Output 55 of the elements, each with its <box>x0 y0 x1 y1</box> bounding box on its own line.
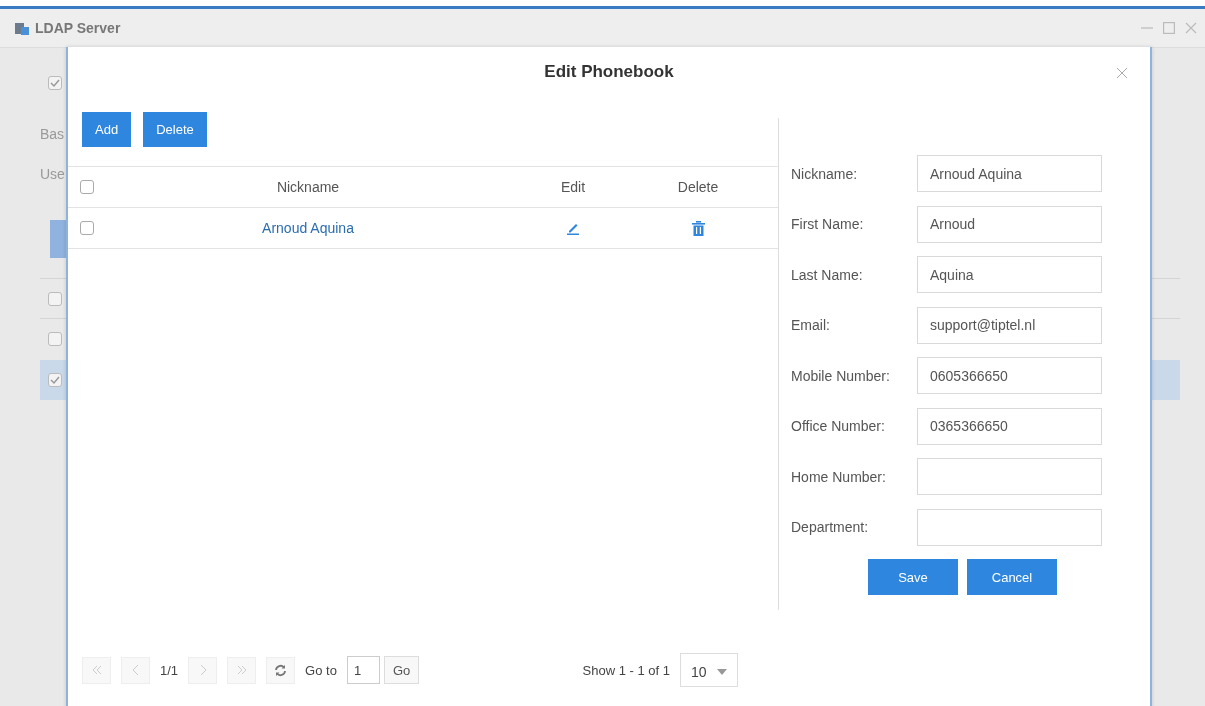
dialog-title: Edit Phonebook <box>544 61 674 82</box>
cancel-button[interactable]: Cancel <box>967 559 1057 595</box>
save-button[interactable]: Save <box>868 559 958 595</box>
text-field[interactable]: support@tiptel.nl <box>917 306 1102 344</box>
text-field[interactable]: Aquina <box>917 256 1102 293</box>
field-label: Office Number: <box>791 418 886 434</box>
double-left-chevron-icon <box>90 664 103 676</box>
delete-button[interactable]: Delete <box>143 112 207 147</box>
column-header: Edit <box>560 179 586 195</box>
checkbox[interactable] <box>80 221 94 235</box>
text-field[interactable] <box>917 458 1102 495</box>
text-field[interactable]: Arnoud Aquina <box>917 155 1102 192</box>
refresh-icon <box>274 663 288 677</box>
window-title: LDAP Server <box>35 20 121 36</box>
go-button[interactable]: Go <box>383 656 420 684</box>
page-indicator: 1/1 <box>160 662 179 678</box>
last-page-button[interactable] <box>227 656 257 684</box>
nickname-link[interactable]: Arnoud Aquina <box>262 220 354 236</box>
next-page-button[interactable] <box>188 656 218 684</box>
page-size-select[interactable]: 10 <box>680 653 738 687</box>
field-label: Email: <box>791 317 831 333</box>
field-label: Use <box>40 166 65 182</box>
text-field[interactable] <box>917 508 1102 546</box>
dropdown-caret-icon <box>717 669 727 675</box>
text-field[interactable]: 0605366650 <box>917 357 1102 394</box>
field-label: Bas <box>40 126 65 142</box>
close-icon[interactable] <box>1185 22 1197 34</box>
field-label: Mobile Number: <box>791 367 891 384</box>
text-field[interactable]: 0365366650 <box>917 407 1102 445</box>
first-page-button[interactable] <box>82 656 111 684</box>
checkbox[interactable] <box>80 180 94 194</box>
field-label: Home Number: <box>791 468 887 485</box>
checkbox[interactable] <box>48 331 62 346</box>
checkbox[interactable] <box>48 373 62 387</box>
maximize-icon[interactable] <box>1163 22 1175 34</box>
column-header: Nickname <box>276 179 340 195</box>
window-icon <box>15 21 29 35</box>
close-icon[interactable] <box>1116 67 1128 79</box>
add-button[interactable]: Add <box>82 112 132 147</box>
field-label: Nickname: <box>791 165 859 182</box>
checkbox[interactable] <box>48 76 62 90</box>
previous-page-button[interactable] <box>121 656 150 684</box>
refresh-button[interactable] <box>266 656 296 684</box>
field-label: Department: <box>791 519 870 535</box>
checkbox[interactable] <box>48 291 62 306</box>
pencil-icon[interactable] <box>566 221 580 235</box>
double-right-chevron-icon <box>235 664 248 676</box>
page-input[interactable]: 1 <box>346 656 380 684</box>
page-summary: Show 1 - 1 of 1 <box>582 662 670 678</box>
goto-label: Go to <box>305 662 337 678</box>
trash-icon[interactable] <box>691 220 705 236</box>
text-field[interactable]: Arnoud <box>917 205 1102 243</box>
column-header: Delete <box>677 179 719 195</box>
field-label: Last Name: <box>791 266 864 283</box>
field-label: First Name: <box>791 216 865 232</box>
